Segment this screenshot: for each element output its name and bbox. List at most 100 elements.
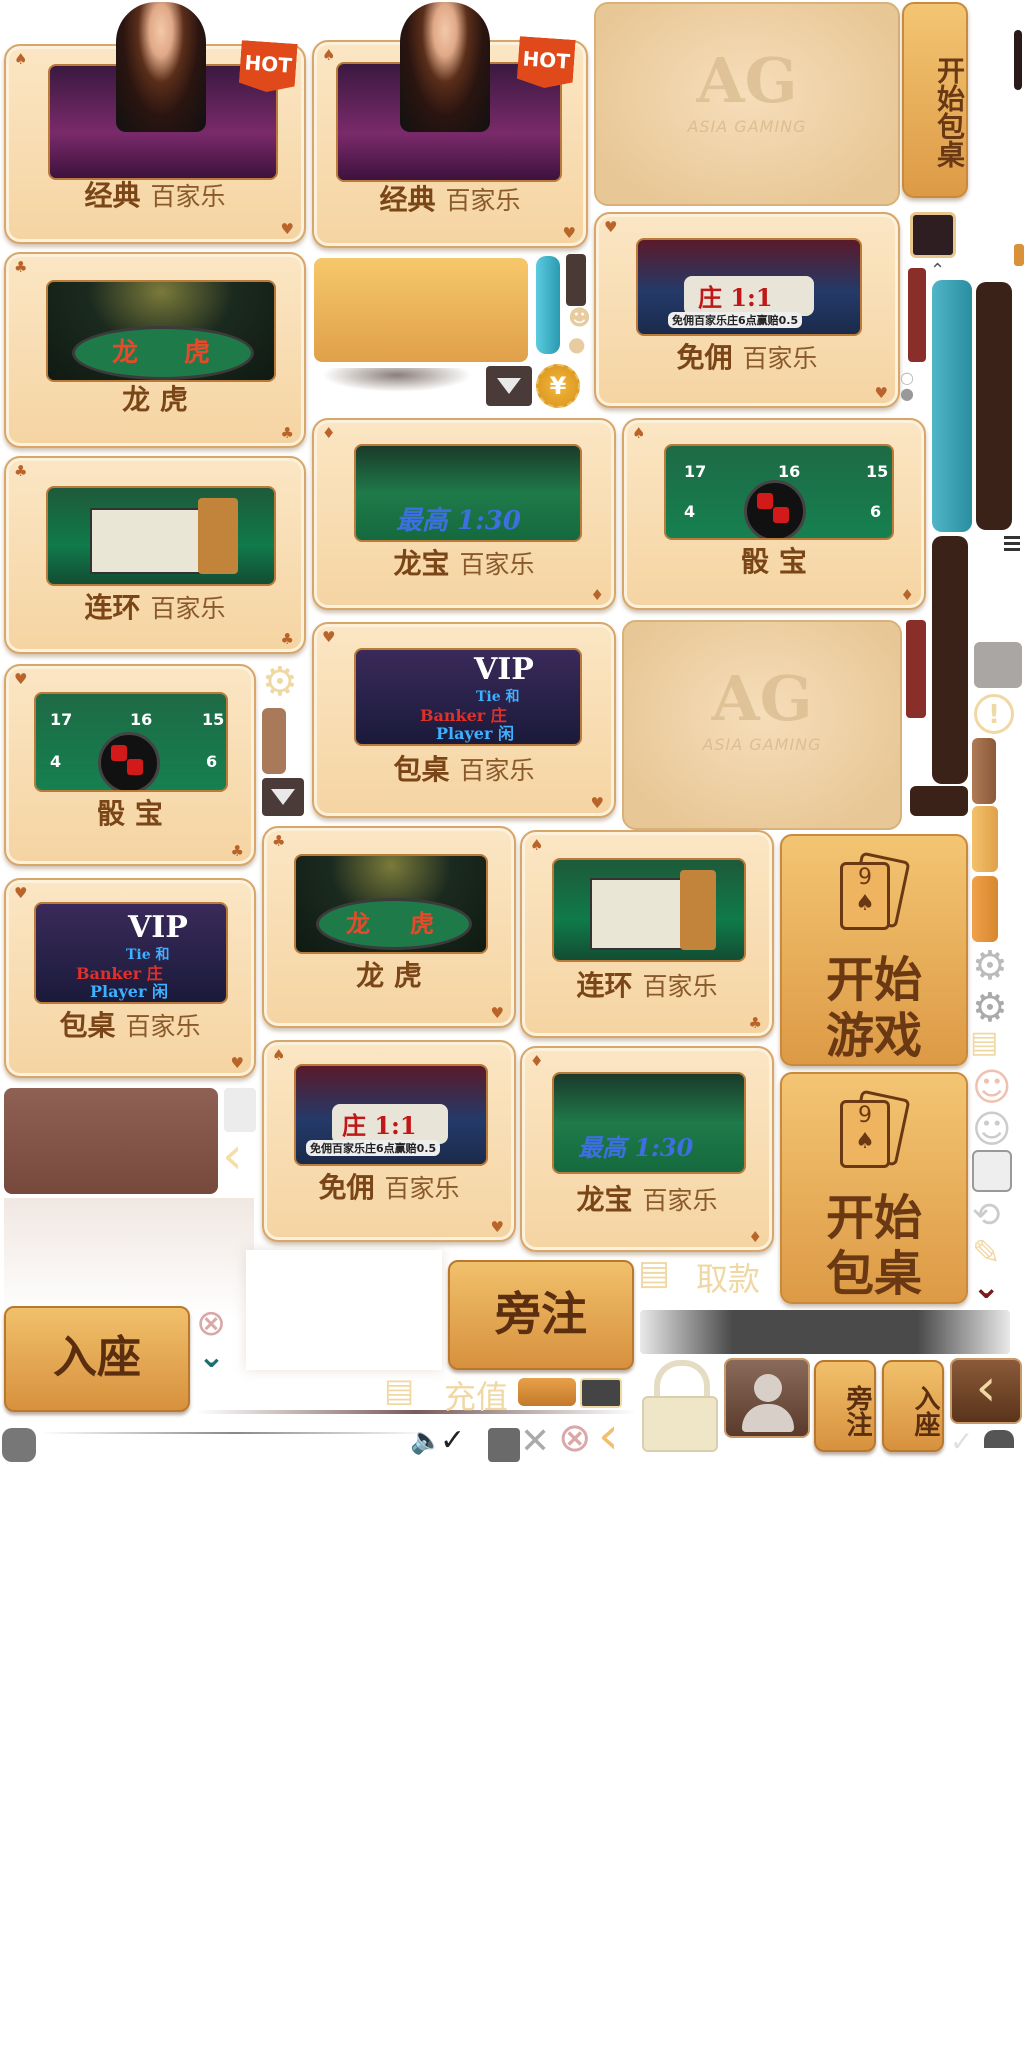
user-outline-icon[interactable]: ☺ — [972, 1110, 1012, 1148]
game-card-dragon-tiger-2[interactable]: ♣ 龙 虎 龙 虎 ♥ — [262, 826, 516, 1028]
game-title: 连环 百家乐 — [84, 591, 226, 624]
game-card-dragon-bonus-2[interactable]: ♦ 最高 1:30 龙宝 百家乐 ♦ — [520, 1046, 774, 1252]
spade-icon: ♠ — [14, 50, 28, 68]
dark-scroll-bar[interactable] — [976, 282, 1012, 530]
gray-rounded-tab — [984, 1430, 1014, 1448]
dark-scroll-bar-2[interactable] — [932, 536, 968, 784]
gradient-shadow-panel — [4, 1198, 254, 1318]
bottom-divider — [40, 1432, 430, 1434]
game-card-dragon-tiger[interactable]: ♣ 龙 虎 龙 虎 ♣ — [4, 252, 306, 448]
brown-panel — [4, 1088, 218, 1194]
chevron-down-icon[interactable]: ⌄ — [198, 1340, 225, 1372]
gray-round-button[interactable] — [2, 1428, 36, 1462]
game-title: 龙宝 百家乐 — [576, 1183, 718, 1216]
menu-icon[interactable] — [1004, 536, 1020, 552]
check-icon[interactable]: ✓ — [440, 1426, 465, 1456]
avatar[interactable] — [724, 1358, 810, 1438]
start-game-button[interactable]: 9 ♠ 开始 游戏 — [780, 834, 968, 1066]
sit-small-button[interactable]: 入座 — [882, 1360, 944, 1452]
dropdown-button-2[interactable] — [262, 778, 304, 816]
user-icon: ☻ — [568, 306, 591, 331]
dark-bar-horizontal — [910, 786, 968, 816]
back-button[interactable]: ‹ — [950, 1358, 1022, 1424]
speaker-icon[interactable]: 🔈 — [410, 1428, 442, 1454]
teal-scroll-bar[interactable] — [932, 280, 972, 532]
heart-icon: ♥ — [490, 1004, 504, 1022]
edit-icon[interactable]: ✎ — [972, 1236, 1001, 1270]
gold-gradient-tile — [314, 258, 528, 362]
spade-icon: ♠ — [272, 1046, 286, 1064]
game-card-sic-bo-2[interactable]: ♥ 17 16 15 4 6 骰 宝 ♣ — [4, 664, 256, 866]
dot-icon: ● — [900, 384, 914, 403]
heart-icon: ♥ — [14, 884, 28, 902]
game-thumbnail: 庄 1:1 免佣百家乐庄6点赢赔0.5 — [294, 1064, 488, 1166]
light-gray-square[interactable] — [972, 1150, 1012, 1192]
close-icon[interactable]: ✕ — [520, 1424, 550, 1460]
sit-button[interactable]: 入座 — [4, 1306, 190, 1412]
start-private-vertical-button[interactable]: 开始包桌 — [902, 2, 968, 198]
ag-placeholder-card: AG ASIA GAMING — [594, 2, 900, 206]
game-thumbnail — [46, 486, 276, 586]
lock-icon: ● — [568, 332, 586, 356]
chevron-left-icon[interactable]: ‹ — [222, 1130, 243, 1182]
red-bar — [908, 268, 926, 362]
start-private-button[interactable]: 9 ♠ 开始 包桌 — [780, 1072, 968, 1304]
game-card-link-baccarat-2[interactable]: ♠ 连环 百家乐 ♣ — [520, 830, 774, 1038]
teal-bar-short — [536, 256, 560, 354]
gear-icon[interactable]: ⚙ — [972, 988, 1008, 1028]
chevron-down-icon[interactable]: ⌄ — [972, 1270, 1001, 1304]
diamond-icon: ♦ — [590, 586, 604, 604]
dealer-image — [400, 2, 490, 132]
game-title: 龙 虎 — [122, 383, 188, 416]
chevron-left-icon[interactable]: ‹ — [598, 1410, 619, 1462]
dropdown-button[interactable] — [486, 366, 532, 406]
diamond-icon: ♦ — [900, 586, 914, 604]
orange-pill — [518, 1378, 576, 1406]
scroll-handle-dark[interactable] — [1014, 30, 1022, 90]
club-icon: ♣ — [14, 258, 28, 276]
game-thumbnail: 庄 1:1 免佣百家乐庄6点赢赔0.5 — [636, 238, 862, 336]
game-card-classic-baccarat-2[interactable]: ♠ HOT 经典 百家乐 ♥ — [312, 2, 588, 248]
game-card-dragon-bonus[interactable]: ♦ 最高 1:30 龙宝 百家乐 ♦ — [312, 418, 616, 610]
game-card-no-commission[interactable]: ♥ 庄 1:1 免佣百家乐庄6点赢赔0.5 免佣 百家乐 ♥ — [594, 212, 900, 408]
brown-bar-small — [262, 708, 286, 774]
game-title: 包桌 百家乐 — [393, 753, 535, 786]
game-title: 龙宝 百家乐 — [393, 547, 535, 580]
game-title: 经典 百家乐 — [84, 179, 226, 212]
dark-square-button[interactable] — [910, 212, 956, 258]
gray-gradient-bar — [640, 1310, 1010, 1354]
lock-big-icon[interactable] — [638, 1360, 718, 1452]
cash-icon: ▤ — [384, 1371, 415, 1409]
game-card-classic-baccarat[interactable]: ♠ HOT 经典 百家乐 ♥ — [4, 2, 306, 244]
id-card-dark-icon — [580, 1378, 622, 1408]
heart-icon: ♥ — [280, 220, 294, 238]
withdraw-label[interactable]: 取款 — [696, 1254, 760, 1300]
refresh-icon[interactable]: ⟲ — [972, 1198, 1001, 1232]
club-icon: ♣ — [280, 424, 294, 442]
side-bet-button[interactable]: 旁注 — [448, 1260, 634, 1370]
club-icon: ♣ — [14, 462, 28, 480]
coin-yen-icon[interactable]: ¥ — [536, 364, 580, 408]
id-card-icon: ▤ — [638, 1253, 671, 1293]
gray-square-small[interactable] — [488, 1428, 520, 1462]
deposit-label[interactable]: 充值 — [444, 1372, 508, 1418]
diamond-icon: ♦ — [322, 424, 336, 442]
divider-line — [196, 1410, 636, 1414]
club-icon: ♣ — [280, 630, 294, 648]
game-card-link-baccarat[interactable]: ♣ 连环 百家乐 ♣ — [4, 456, 306, 654]
game-card-private-table-2[interactable]: ♥ VIP Tie 和 Banker 庄 Player 闲 包桌 百家乐 ♥ — [4, 878, 256, 1078]
cash-icon[interactable]: ▤ — [970, 1028, 998, 1058]
close-circle-icon[interactable]: ⊗ — [558, 1418, 592, 1458]
game-card-no-commission-2[interactable]: ♠ 庄 1:1 免佣百家乐庄6点赢赔0.5 免佣 百家乐 ♥ — [262, 1040, 516, 1242]
game-title: 免佣 百家乐 — [318, 1171, 460, 1204]
user-outline-icon[interactable]: ☺ — [972, 1068, 1012, 1106]
chevron-up-icon[interactable]: ⌃ — [930, 262, 945, 280]
gear-icon[interactable]: ⚙ — [262, 662, 298, 702]
alert-icon[interactable]: ! — [974, 694, 1014, 734]
side-bet-small-button[interactable]: 旁注 — [814, 1360, 876, 1452]
gear-icon[interactable]: ⚙ — [972, 946, 1008, 986]
game-thumbnail: 17 16 15 4 6 — [34, 692, 228, 792]
game-card-sic-bo[interactable]: ♠ 17 16 15 4 6 骰 宝 ♦ — [622, 418, 926, 610]
game-thumbnail: VIP Tie 和 Banker 庄 Player 闲 — [34, 902, 228, 1004]
game-card-private-table[interactable]: ♥ VIP Tie 和 Banker 庄 Player 闲 包桌 百家乐 ♥ — [312, 622, 616, 818]
